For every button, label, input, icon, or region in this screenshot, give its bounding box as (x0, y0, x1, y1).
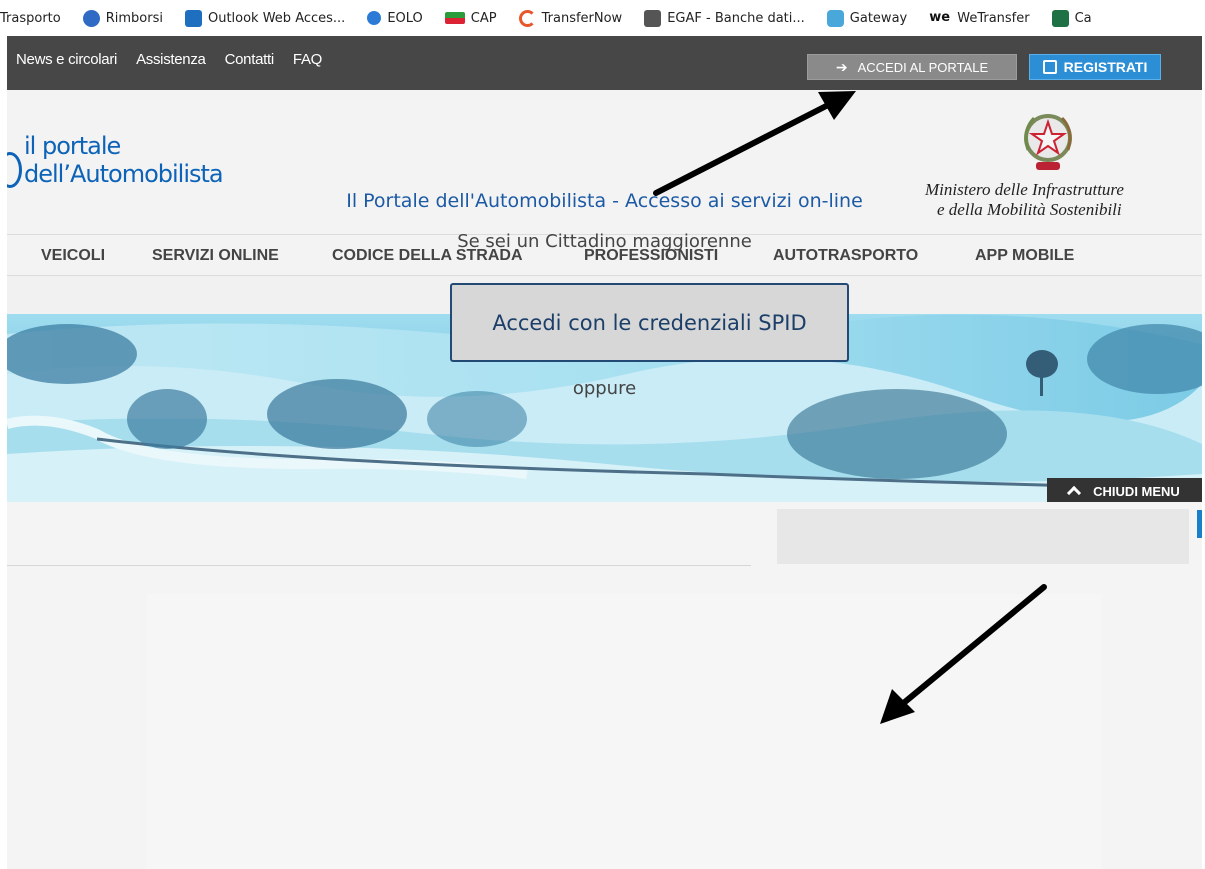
ie-icon (367, 11, 382, 25)
top-link-contatti[interactable]: Contatti (225, 51, 275, 68)
content-area (7, 502, 1202, 869)
login-panel-subtitle: Se sei un Cittadino maggiorenne (457, 231, 752, 252)
bookmark-wetransfer[interactable]: we WeTransfer (929, 10, 1029, 27)
bookmark-cap[interactable]: CAP (444, 10, 497, 26)
cap-icon (444, 12, 465, 24)
bookmark-label: Ca (1074, 10, 1092, 26)
bookmark-label: Trasporto (0, 10, 61, 26)
bookmark-label: TransferNow (541, 10, 623, 26)
logo-text-line2[interactable]: dell’Automobilista (24, 162, 224, 186)
login-panel-title: Il Portale dell'Automobilista - Accesso … (346, 190, 863, 212)
bookmark-gateway[interactable]: Gateway (826, 9, 908, 27)
bookmark-egaf[interactable]: EGAF - Banche dati... (644, 9, 805, 27)
side-search-box (777, 509, 1189, 564)
bookmark-label: Outlook Web Acces... (207, 10, 346, 26)
spid-login-label: Accedi con le credenziali SPID (492, 310, 807, 335)
bookmark-ca[interactable]: Ca (1051, 9, 1092, 27)
logo-text-line1[interactable]: il portale (24, 134, 121, 158)
egaf-icon (644, 9, 662, 27)
chevron-up-icon (1067, 485, 1082, 501)
bookmark-label: WeTransfer (957, 10, 1030, 26)
divider (7, 565, 751, 566)
login-panel (147, 594, 1102, 869)
top-nav: News e circolari Assistenza Contatti FAQ (16, 51, 341, 68)
register-label: REGISTRATI (1063, 59, 1148, 75)
logo-mark-icon (7, 152, 22, 188)
bookmark-outlook[interactable]: Outlook Web Acces... (184, 9, 346, 27)
top-bar: News e circolari Assistenza Contatti FAQ… (7, 36, 1202, 90)
login-portal-label: ACCEDI AL PORTALE (857, 59, 989, 75)
transfernow-icon (518, 9, 536, 27)
close-menu-button[interactable]: CHIUDI MENU (1047, 478, 1202, 504)
bookmark-label: EGAF - Banche dati... (667, 10, 805, 26)
gateway-icon (826, 9, 844, 27)
outlook-icon (184, 9, 202, 27)
close-menu-label: CHIUDI MENU (1093, 483, 1180, 499)
side-tab[interactable] (1197, 510, 1202, 538)
bookmark-label: Rimborsi (105, 10, 163, 26)
bookmark-label: Gateway (849, 10, 908, 26)
edit-icon (1042, 60, 1057, 74)
register-button[interactable]: REGISTRATI (1029, 54, 1161, 80)
rimborsi-icon (82, 9, 100, 27)
top-link-assistenza[interactable]: Assistenza (136, 51, 206, 68)
login-icon: ➔ (835, 58, 848, 75)
bookmark-trasporto[interactable]: Trasporto (0, 11, 61, 26)
portal-page: News e circolari Assistenza Contatti FAQ… (7, 36, 1202, 869)
bookmarks-bar: Trasporto Rimborsi Outlook Web Acces... … (0, 0, 1205, 36)
wetransfer-icon: we (929, 9, 951, 25)
top-link-news[interactable]: News e circolari (16, 51, 117, 68)
bookmark-label: EOLO (387, 10, 423, 26)
or-separator-text: oppure (572, 378, 637, 399)
login-portal-button[interactable]: ➔ ACCEDI AL PORTALE (807, 54, 1017, 80)
republic-emblem-icon (1024, 114, 1072, 170)
spid-login-button[interactable]: Accedi con le credenziali SPID (450, 283, 849, 362)
bookmark-transfernow[interactable]: TransferNow (518, 9, 623, 27)
site-header: il portale dell’Automobilista Ministero … (7, 90, 1202, 234)
bookmark-label: CAP (470, 10, 497, 26)
top-link-faq[interactable]: FAQ (293, 51, 322, 68)
bookmark-rimborsi[interactable]: Rimborsi (82, 9, 163, 27)
bookmark-eolo[interactable]: EOLO (367, 10, 423, 26)
excel-icon (1051, 9, 1069, 27)
